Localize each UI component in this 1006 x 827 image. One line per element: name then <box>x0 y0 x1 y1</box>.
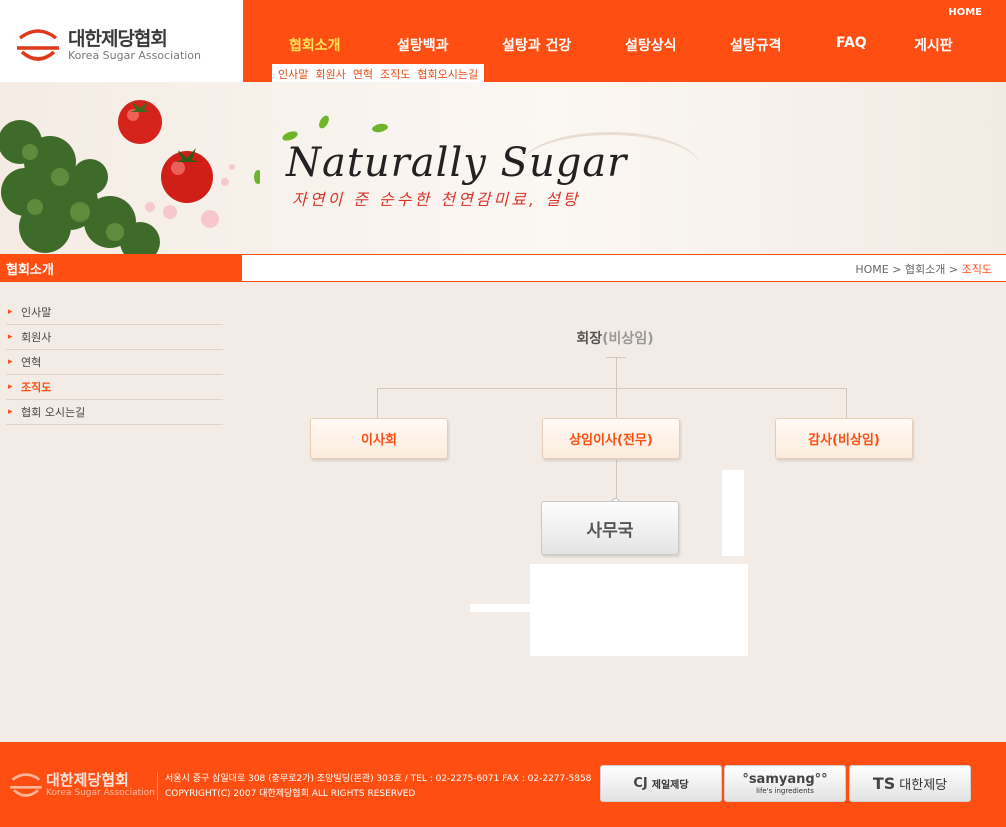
partner-cj-button[interactable]: CJ 제일제당 <box>600 765 722 802</box>
footer-logo-english: Korea Sugar Association <box>46 788 155 798</box>
submenu-members[interactable]: 회원사 <box>315 66 345 81</box>
auditor-label: 감사(비상임) <box>808 433 880 448</box>
cj-logo-icon: CJ <box>633 776 648 791</box>
site-logo[interactable]: 대한제당협회 Korea Sugar Association <box>14 28 201 62</box>
footer: 대한제당협회 Korea Sugar Association 서울시 중구 삼일… <box>0 742 1006 827</box>
partner-name: life's ingredients <box>756 787 814 795</box>
banner-subtitle: 자연이 준 순수한 천연감미료, 설탕 <box>292 190 581 209</box>
org-chart: 회장(비상임) 이사회 상임이사(전무) 감사(비상임) 사무국 <box>0 282 1006 742</box>
footer-logo-korean: 대한제당협회 <box>46 771 129 789</box>
org-board-box: 이사회 <box>310 418 448 459</box>
footer-info: 서울시 중구 삼일대로 308 (충무로2가) 조양빌딩(본관) 303호 / … <box>165 772 591 802</box>
breadcrumb: HOME > 협회소개 > 조직도 <box>855 261 992 277</box>
section-title-bar: 협회소개 <box>0 254 242 282</box>
submenu-directions[interactable]: 협회오시는길 <box>417 66 478 81</box>
connector-line <box>616 460 617 498</box>
connector-line <box>377 388 847 389</box>
breadcrumb-home[interactable]: HOME <box>855 263 888 276</box>
footer-divider <box>157 772 158 800</box>
president-label: 회장 <box>576 331 603 347</box>
footer-copyright: COPYRIGHT(C) 2007 대한제당협회 ALL RIGHTS RESE… <box>165 789 416 799</box>
org-executive-box: 상임이사(전무) <box>542 418 680 459</box>
blank-area <box>722 470 744 556</box>
leaves-decoration <box>282 115 388 141</box>
org-office-box: 사무국 <box>541 501 679 555</box>
breadcrumb-bar: HOME > 협회소개 > 조직도 <box>242 254 1006 282</box>
main-banner: Naturally Sugar 자연이 준 순수한 천연감미료, 설탕 <box>0 82 1006 254</box>
menu-board[interactable]: 게시판 <box>914 35 953 55</box>
submenu-greeting[interactable]: 인사말 <box>278 66 308 81</box>
footer-address: 서울시 중구 삼일대로 308 (충무로2가) 조양빌딩(본관) 303호 / … <box>165 774 592 784</box>
president-sub-label: (비상임) <box>602 331 654 347</box>
org-auditor-box: 감사(비상임) <box>775 418 913 459</box>
office-label: 사무국 <box>586 520 634 541</box>
vegetables-illustration <box>0 100 260 254</box>
ts-logo-icon: TS <box>872 774 896 793</box>
logo-korean: 대한제당협회 <box>68 27 168 50</box>
submenu-history[interactable]: 연혁 <box>353 66 373 81</box>
org-president: 회장(비상임) <box>540 328 690 348</box>
main-menu: 협회소개 설탕백과 설탕과 건강 설탕상식 설탕규격 FAQ 게시판 <box>243 35 1006 57</box>
menu-sugar-standards[interactable]: 설탕규격 <box>730 35 782 55</box>
footer-logo: 대한제당협회 Korea Sugar Association <box>8 772 155 798</box>
blank-area <box>470 604 540 612</box>
partner-name: 제일제당 <box>651 780 689 791</box>
home-link[interactable]: HOME <box>948 7 982 18</box>
chevron-right-icon: > <box>948 263 962 276</box>
submenu: 인사말 회원사 연혁 조직도 협회오시는길 <box>272 64 485 82</box>
board-label: 이사회 <box>361 433 397 448</box>
connector-line <box>846 388 847 418</box>
partner-samyang-button[interactable]: °samyang°° life's ingredients <box>724 765 846 802</box>
menu-sugar-health[interactable]: 설탕과 건강 <box>502 35 571 55</box>
section-title: 협회소개 <box>6 263 54 278</box>
samyang-logo-icon: °samyang°° <box>742 772 828 787</box>
partner-ts-button[interactable]: TS 대한제당 <box>849 765 971 802</box>
executive-label: 상임이사(전무) <box>569 433 653 448</box>
chevron-right-icon: > <box>892 263 905 276</box>
blank-area <box>530 564 748 656</box>
sugar-bowl-logo-icon <box>17 29 59 61</box>
menu-faq[interactable]: FAQ <box>836 35 867 51</box>
breadcrumb-current: 조직도 <box>961 263 992 276</box>
menu-sugar-knowledge[interactable]: 설탕상식 <box>625 35 677 55</box>
partner-name: 대한제당 <box>899 778 948 793</box>
top-navigation: HOME 협회소개 설탕백과 설탕과 건강 설탕상식 설탕규격 FAQ 게시판 … <box>243 0 1006 82</box>
logo-english: Korea Sugar Association <box>68 48 202 62</box>
connector-line <box>377 388 378 418</box>
banner-title: Naturally Sugar <box>286 140 628 186</box>
submenu-organization[interactable]: 조직도 <box>380 66 410 81</box>
sugar-bowl-logo-icon <box>10 773 42 797</box>
connector-line <box>616 357 617 417</box>
menu-about[interactable]: 협회소개 <box>289 35 341 55</box>
menu-sugar-encyclopedia[interactable]: 설탕백과 <box>397 35 449 55</box>
logo-area: 대한제당협회 Korea Sugar Association <box>0 0 243 82</box>
breadcrumb-section[interactable]: 협회소개 <box>905 263 945 276</box>
